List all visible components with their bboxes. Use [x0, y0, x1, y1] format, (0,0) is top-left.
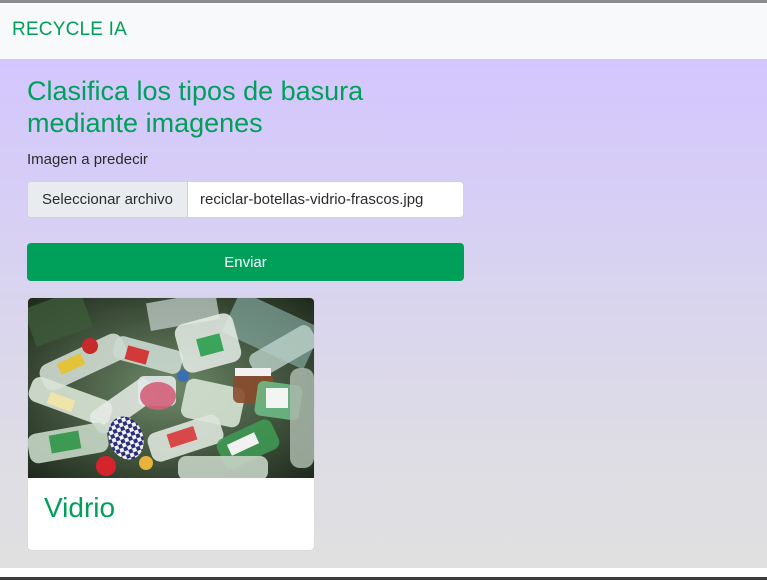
main-content: Clasifica los tipos de basura mediante i… [0, 59, 767, 568]
result-card: Vidrio [28, 298, 314, 550]
navbar: RECYCLE IA [0, 3, 767, 59]
prediction-label: Vidrio [44, 492, 116, 523]
uploaded-image-glass-bottles [28, 298, 314, 478]
submit-button[interactable]: Enviar [27, 243, 464, 281]
choose-file-button[interactable]: Seleccionar archivo [28, 182, 188, 217]
image-field-label: Imagen a predecir [27, 151, 148, 168]
brand-link[interactable]: RECYCLE IA [12, 19, 127, 41]
file-input[interactable]: Seleccionar archivo reciclar-botellas-vi… [27, 181, 464, 218]
selected-file-name: reciclar-botellas-vidrio-frascos.jpg [200, 191, 424, 208]
page-title: Clasifica los tipos de basura mediante i… [27, 76, 364, 138]
